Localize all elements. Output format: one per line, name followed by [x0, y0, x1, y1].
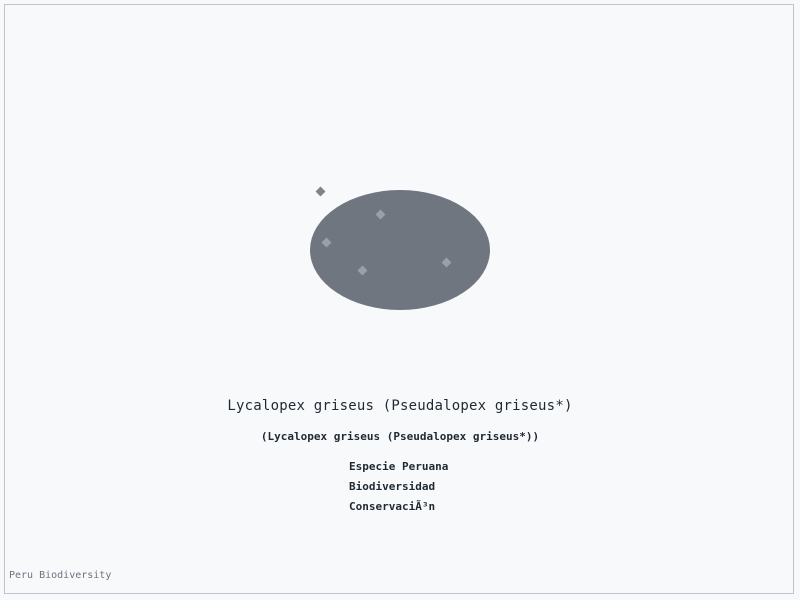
tag-item: Biodiversidad — [349, 480, 436, 493]
species-illustration-svg — [310, 186, 490, 310]
dot-marker-1 — [315, 186, 326, 197]
body-shape — [310, 190, 490, 310]
species-title: Lycalopex griseus (Pseudalopex griseus*) — [227, 398, 573, 414]
species-illustration — [300, 180, 500, 320]
tag-list: Especie Peruana Biodiversidad Conservaci… — [349, 460, 549, 520]
tag-item: Especie Peruana — [349, 460, 449, 473]
footer-label: Peru Biodiversity — [9, 570, 112, 581]
species-subtitle: (Lycalopex griseus (Pseudalopex griseus*… — [260, 430, 540, 443]
tag-item: ConservaciÃ³n — [349, 500, 436, 513]
